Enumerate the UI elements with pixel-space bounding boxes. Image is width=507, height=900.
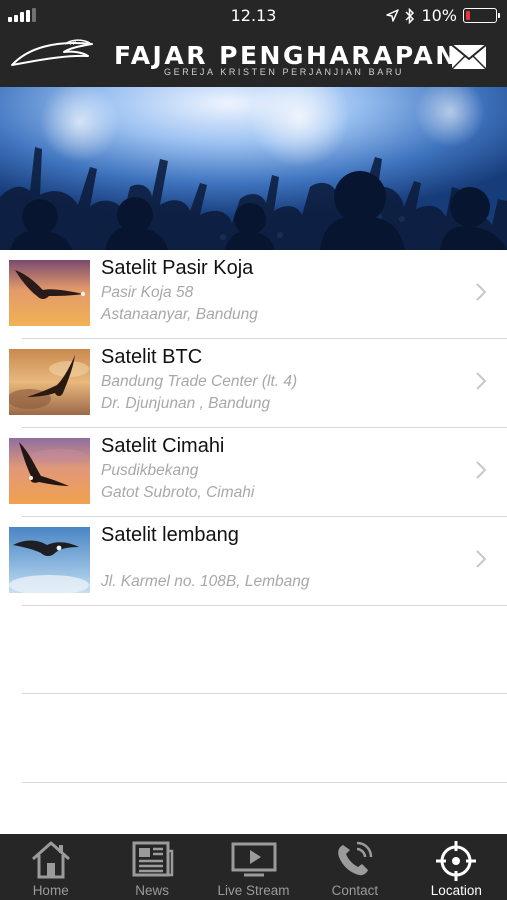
mail-icon[interactable]	[452, 45, 486, 69]
divider	[22, 605, 507, 606]
battery-icon	[463, 8, 500, 23]
eagle-logo-icon: FP	[11, 39, 93, 66]
tab-bar: Home News Live Stream Contact Location	[0, 834, 507, 900]
location-address-line1: Pasir Koja 58	[101, 284, 194, 301]
location-item-cimahi[interactable]: Satelit Cimahi Pusdikbekang Gatot Subrot…	[0, 428, 507, 517]
newspaper-icon	[132, 841, 174, 877]
app-subtitle: GEREJA KRISTEN PERJANJIAN BARU	[164, 67, 405, 77]
play-screen-icon	[231, 842, 277, 877]
eagle-sunset-thumbnail	[9, 260, 90, 326]
location-list: Satelit Pasir Koja Pasir Koja 58 Astanaa…	[0, 250, 507, 783]
chevron-right-icon	[476, 461, 486, 479]
battery-percentage: 10%	[421, 6, 457, 25]
tab-label: Home	[32, 883, 69, 898]
divider	[22, 693, 507, 694]
chevron-right-icon	[476, 550, 486, 568]
tab-home[interactable]: Home	[0, 834, 101, 900]
eagle-sky-thumbnail	[9, 527, 90, 593]
location-item-btc[interactable]: Satelit BTC Bandung Trade Center (lt. 4)…	[0, 339, 507, 428]
home-icon	[31, 841, 70, 879]
crosshair-icon	[436, 841, 477, 881]
chevron-right-icon	[476, 283, 486, 301]
location-arrow-icon	[386, 9, 400, 22]
bluetooth-icon	[405, 7, 415, 24]
location-item-lembang[interactable]: Satelit lembang Jl. Karmel no. 108B, Lem…	[0, 517, 507, 606]
tab-label: Location	[430, 883, 482, 898]
tab-location[interactable]: Location	[406, 834, 507, 900]
tab-live-stream[interactable]: Live Stream	[203, 834, 304, 900]
location-name: Satelit Pasir Koja	[101, 257, 254, 279]
tab-label: Contact	[331, 883, 379, 898]
tab-contact[interactable]: Contact	[304, 834, 405, 900]
location-address-line1: Pusdikbekang	[101, 462, 199, 479]
location-name: Satelit lembang	[101, 524, 239, 546]
eagle-clouds-thumbnail	[9, 349, 90, 415]
location-address-line2: Dr. Djunjunan , Bandung	[101, 395, 271, 412]
tab-label: Live Stream	[217, 883, 290, 898]
app-header: FP FAJAR PENGHARAPAN GEREJA KRISTEN PERJ…	[0, 30, 507, 87]
status-bar: 12.13 10%	[0, 0, 507, 30]
location-address-line1: Bandung Trade Center (lt. 4)	[101, 373, 298, 390]
chevron-right-icon	[476, 372, 486, 390]
svg-text:FP: FP	[70, 41, 77, 47]
location-address-line2: Gatot Subroto, Cimahi	[101, 484, 255, 501]
location-address-line2: Astanaanyar, Bandung	[101, 306, 258, 323]
tab-label: News	[135, 883, 169, 898]
location-name: Satelit Cimahi	[101, 435, 225, 457]
tab-news[interactable]: News	[101, 834, 202, 900]
concert-banner-image	[0, 87, 507, 250]
location-item-pasir-koja[interactable]: Satelit Pasir Koja Pasir Koja 58 Astanaa…	[0, 250, 507, 339]
phone-icon	[338, 841, 373, 876]
location-name: Satelit BTC	[101, 346, 203, 368]
divider	[22, 782, 507, 783]
eagle-dusk-thumbnail	[9, 438, 90, 504]
location-address-line2: Jl. Karmel no. 108B, Lembang	[101, 573, 310, 590]
app-title: FAJAR PENGHARAPAN	[114, 41, 459, 70]
